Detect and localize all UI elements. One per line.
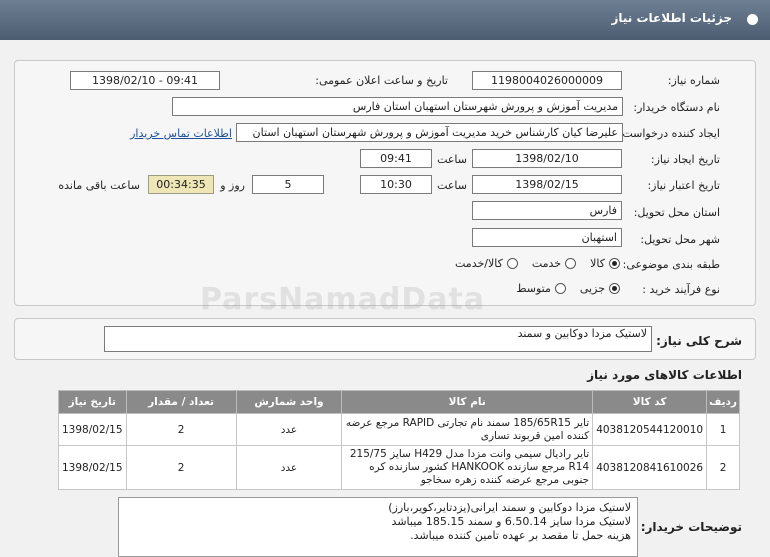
col-qty: تعداد / مقدار (125, 390, 237, 414)
validity-date-field: 1398/02/15 (472, 175, 622, 194)
category-option-goods[interactable]: کالا (590, 257, 620, 270)
items-table: ردیف کد کالا نام کالا واحد شمارش تعداد /… (58, 390, 740, 490)
requester-label: ایجاد کننده درخواست: (618, 127, 720, 140)
create-time-label: ساعت (437, 153, 467, 166)
buyer-org-field: مدیریت آموزش و پرورش شهرستان استهبان است… (172, 97, 623, 116)
buyer-notes-line: لاستیک مزدا سایز 6.50.14 و سمند 185.15 م… (391, 515, 631, 528)
cell-date: 1398/02/15 (58, 413, 127, 446)
remaining-days-field: 5 (252, 175, 324, 194)
cell-qty: 2 (125, 445, 237, 490)
province-label: استان محل تحویل: (633, 206, 720, 219)
table-row: 1 4038120544120010 تایر 185/65R15 سمند ن… (58, 413, 740, 446)
purchase-type-label: نوع فرآیند خرید : (642, 283, 720, 296)
need-number-field: 1198004026000009 (472, 71, 622, 90)
col-date: تاریخ نیاز (58, 390, 127, 414)
validity-time-label: ساعت (437, 179, 467, 192)
category-label: طبقه بندی موضوعی: (622, 258, 720, 271)
remaining-time-label: ساعت باقی مانده (58, 179, 140, 192)
col-row: ردیف (706, 390, 740, 414)
cell-unit: عدد (235, 413, 343, 446)
days-label: روز و (220, 179, 245, 192)
requester-field: علیرضا کیان کارشناس خرید مدیریت آموزش و … (236, 123, 623, 142)
buyer-notes-line: هزینه حمل تا مقصد بر عهده تامین کننده می… (410, 529, 631, 542)
cell-name: تایر رادیال سیمی وانت مزدا مدل H429 سایز… (341, 445, 594, 490)
purchase-type-radio-group: جزیی متوسط (502, 282, 620, 295)
create-date-field: 1398/02/10 (472, 149, 622, 168)
items-section-title: اطلاعات کالاهای مورد نیاز (587, 368, 742, 382)
page-title: جزئیات اطلاعات نیاز (611, 11, 732, 25)
validity-time-field: 10:30 (360, 175, 432, 194)
cell-date: 1398/02/15 (58, 445, 127, 490)
radio-icon (554, 283, 566, 294)
table-header-row: ردیف کد کالا نام کالا واحد شمارش تعداد /… (58, 390, 740, 414)
radio-icon (565, 258, 577, 269)
cell-qty: 2 (125, 413, 237, 446)
buyer-org-label: نام دستگاه خریدار: (633, 101, 720, 114)
remaining-time-field: 00:34:35 (148, 175, 214, 194)
buyer-notes-field: لاستیک مزدا دوکابین و سمند ایرانی(یزدتای… (118, 497, 638, 557)
category-option-goods-service[interactable]: کالا/خدمت (455, 257, 518, 270)
cell-code: 4038120841610026 (592, 445, 708, 490)
cell-code: 4038120544120010 (592, 413, 708, 446)
cell-name: تایر 185/65R15 سمند نام تجارتی RAPID مرج… (341, 413, 594, 446)
cell-unit: عدد (235, 445, 343, 490)
province-field: فارس (472, 201, 622, 220)
cell-row: 1 (706, 413, 740, 446)
announce-datetime-label: تاریخ و ساعت اعلان عمومی: (315, 74, 448, 87)
summary-label: شرح کلی نیاز: (656, 334, 742, 348)
need-number-label: شماره نیاز: (667, 74, 720, 87)
create-date-label: تاریخ ایجاد نیاز: (650, 153, 720, 166)
cell-row: 2 (706, 445, 740, 490)
buyer-notes-line: لاستیک مزدا دوکابین و سمند ایرانی(یزدتای… (388, 501, 631, 514)
info-icon (747, 14, 758, 25)
buyer-notes-label: توضیحات خریدار: (640, 520, 742, 534)
validity-date-label: تاریخ اعتبار نیاز: (647, 179, 720, 192)
summary-field: لاستیک مزدا دوکابین و سمند (104, 326, 652, 352)
radio-selected-icon (609, 258, 620, 269)
col-code: کد کالا (592, 390, 708, 414)
city-label: شهر محل تحویل: (640, 233, 720, 246)
city-field: استهبان (472, 228, 622, 247)
category-radio-group: کالا خدمت کالا/خدمت (441, 257, 620, 270)
col-unit: واحد شمارش (235, 390, 343, 414)
col-name: نام کالا (341, 390, 594, 414)
radio-icon (506, 258, 518, 269)
purchase-option-medium[interactable]: متوسط (516, 282, 566, 295)
watermark-logo: ParsNamadData (200, 282, 486, 317)
category-option-service[interactable]: خدمت (532, 257, 577, 270)
page-header: جزئیات اطلاعات نیاز (0, 0, 770, 40)
table-row: 2 4038120841610026 تایر رادیال سیمی وانت… (58, 445, 740, 490)
create-time-field: 09:41 (360, 149, 432, 168)
buyer-contact-link[interactable]: اطلاعات تماس خریدار (130, 127, 232, 140)
announce-datetime-field: 1398/02/10 - 09:41 (70, 71, 220, 90)
radio-selected-icon (609, 283, 620, 294)
purchase-option-minor[interactable]: جزیی (580, 282, 620, 295)
